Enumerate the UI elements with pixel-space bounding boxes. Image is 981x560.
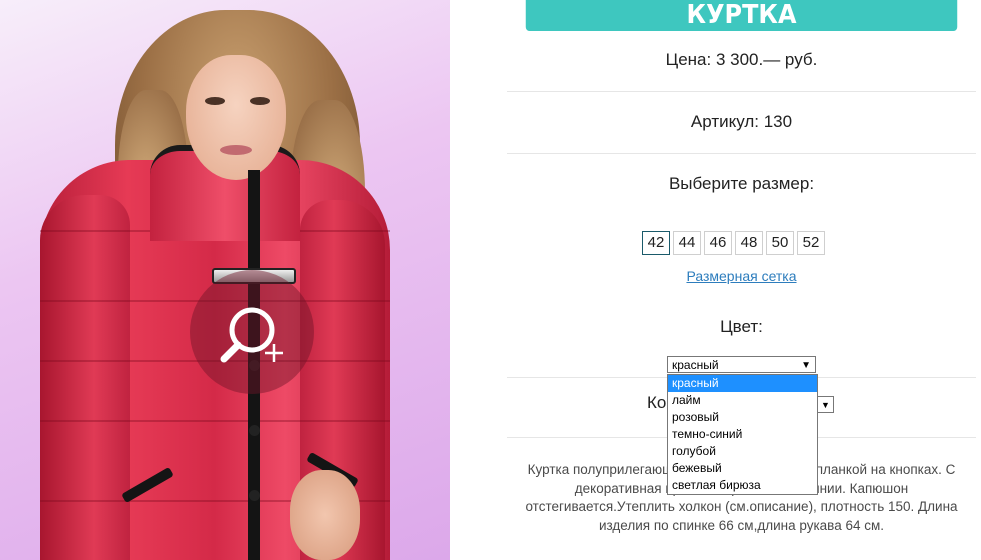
color-dropdown-list: красный лайм розовый темно-синий голубой… bbox=[667, 374, 818, 495]
photo-lips bbox=[220, 145, 252, 155]
color-option-svetlaya-biryuza[interactable]: светлая бирюза bbox=[668, 477, 817, 494]
photo-jacket-button bbox=[249, 490, 260, 501]
quantity-label: Ко bbox=[647, 393, 667, 412]
size-selector: 42 44 46 48 50 52 bbox=[642, 231, 825, 257]
color-option-bezhevy[interactable]: бежевый bbox=[668, 460, 817, 477]
color-option-temno-siniy[interactable]: темно-синий bbox=[668, 426, 817, 443]
quantity-select[interactable]: ▼ bbox=[817, 396, 834, 413]
size-option-48[interactable]: 48 bbox=[735, 231, 763, 255]
size-option-44[interactable]: 44 bbox=[673, 231, 701, 255]
size-prompt: Выберите размер: bbox=[668, 174, 815, 193]
color-option-rozovy[interactable]: розовый bbox=[668, 409, 817, 426]
size-option-46[interactable]: 46 bbox=[704, 231, 732, 255]
magnifier-plus-icon[interactable] bbox=[214, 300, 294, 380]
color-option-laim[interactable]: лайм bbox=[668, 392, 817, 409]
photo-face bbox=[186, 55, 286, 180]
size-chart-link[interactable]: Размерная сетка bbox=[507, 268, 976, 284]
product-article: Артикул: 130 bbox=[690, 112, 793, 131]
product-price: Цена: 3 300.— руб. bbox=[665, 50, 818, 69]
photo-eye bbox=[205, 97, 225, 105]
product-photo[interactable] bbox=[0, 0, 450, 560]
color-select[interactable]: красный ▼ bbox=[667, 356, 816, 373]
photo-eye bbox=[250, 97, 270, 105]
size-option-42[interactable]: 42 bbox=[642, 231, 670, 255]
color-label: Цвет: bbox=[720, 317, 763, 336]
divider bbox=[507, 91, 976, 92]
color-option-krasny[interactable]: красный bbox=[668, 375, 817, 392]
divider bbox=[507, 153, 976, 154]
color-select-value: красный bbox=[672, 358, 719, 372]
photo-hand bbox=[290, 470, 360, 560]
size-option-52[interactable]: 52 bbox=[797, 231, 825, 255]
size-option-50[interactable]: 50 bbox=[766, 231, 794, 255]
photo-jacket-sleeve-left bbox=[40, 195, 130, 560]
triangle-down-icon: ▼ bbox=[821, 400, 830, 410]
photo-quilt-line bbox=[40, 420, 390, 422]
product-title: КУРТКА bbox=[525, 0, 958, 31]
triangle-down-icon: ▼ bbox=[801, 360, 811, 371]
color-option-goluboy[interactable]: голубой bbox=[668, 443, 817, 460]
product-details-panel: КУРТКА Цена: 3 300.— руб. Артикул: 130 В… bbox=[507, 0, 976, 560]
photo-jacket-button bbox=[249, 425, 260, 436]
